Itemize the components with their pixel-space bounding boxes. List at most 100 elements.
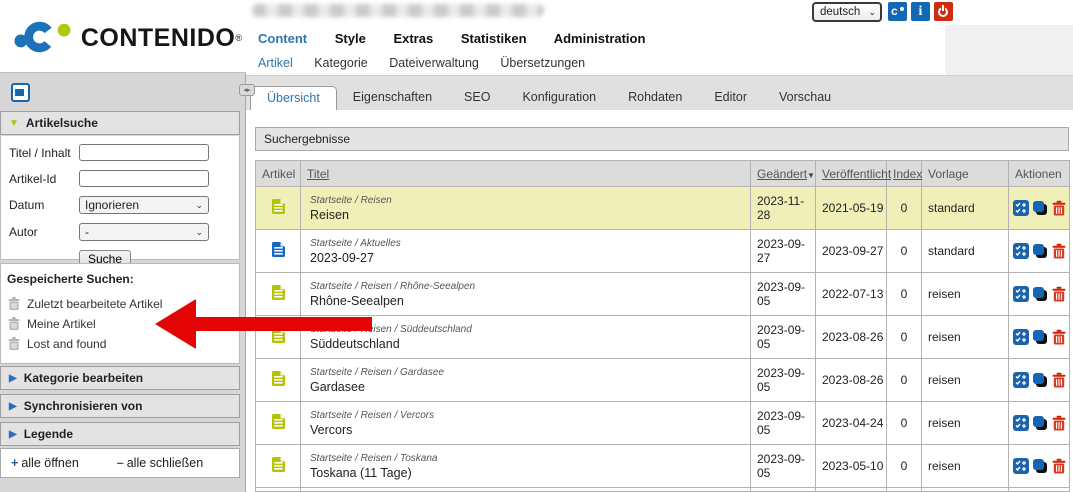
article-title[interactable]: Vercors: [310, 423, 352, 437]
col-geaendert[interactable]: Geändert▼: [751, 161, 816, 187]
trash-icon[interactable]: [7, 336, 21, 351]
article-icon[interactable]: [271, 456, 286, 473]
template-name: reisen: [922, 402, 1009, 445]
subnav-item-uebersetzungen[interactable]: Übersetzungen: [500, 56, 585, 70]
date-select[interactable]: Ignorieren ⌄: [79, 196, 209, 214]
tab-eigenschaften[interactable]: Eigenschaften: [337, 86, 448, 110]
delete-icon[interactable]: [1051, 372, 1067, 388]
article-title[interactable]: 2023-09-27: [310, 251, 374, 265]
article-title[interactable]: Süddeutschland: [310, 337, 400, 351]
tab-konfiguration[interactable]: Konfiguration: [506, 86, 612, 110]
todo-icon[interactable]: [1013, 243, 1029, 259]
table-row[interactable]: Startseite / Reisen / Rhône-Seealpen Rhô…: [256, 273, 1070, 316]
title-content-input[interactable]: [79, 144, 209, 161]
panel-synchronisieren-von[interactable]: ▶ Synchronisieren von: [0, 394, 240, 418]
article-id-input[interactable]: [79, 170, 209, 187]
expand-all-link[interactable]: alle öffnen: [21, 456, 78, 470]
table-row[interactable]: Startseite / Reisen / Süddeutschland Süd…: [256, 316, 1070, 359]
duplicate-icon[interactable]: [1032, 372, 1048, 388]
article-breadcrumb[interactable]: Startseite / Reisen / Toskana: [310, 453, 750, 464]
panel-splitter-handle[interactable]: ◂▸: [239, 84, 255, 96]
article-icon[interactable]: [271, 370, 286, 387]
tab-seo[interactable]: SEO: [448, 86, 506, 110]
panel-artikelsuche-header[interactable]: ▼ Artikelsuche: [0, 111, 240, 135]
nav-item-extras[interactable]: Extras: [393, 31, 433, 46]
subnav-item-dateiverwaltung[interactable]: Dateiverwaltung: [389, 56, 479, 70]
article-title[interactable]: Reisen: [310, 208, 349, 222]
triangle-down-icon: ▼: [9, 118, 19, 129]
delete-icon[interactable]: [1051, 458, 1067, 474]
saved-searches-panel: Gespeicherte Suchen: Zuletzt bearbeitete…: [0, 263, 240, 364]
table-row[interactable]: Startseite / Reisen / Vercors Vercors 20…: [256, 402, 1070, 445]
trash-icon[interactable]: [7, 316, 21, 331]
article-breadcrumb[interactable]: Startseite / Reisen / Rhône-Seealpen: [310, 281, 750, 292]
col-veroeffentlicht[interactable]: Veröffentlicht: [816, 161, 887, 187]
tab-vorschau[interactable]: Vorschau: [763, 86, 847, 110]
article-title[interactable]: Toskana (11 Tage): [310, 466, 412, 480]
panel-kategorie-bearbeiten[interactable]: ▶ Kategorie bearbeiten: [0, 366, 240, 390]
subnav-item-artikel[interactable]: Artikel: [258, 56, 293, 70]
frame-layout-icon[interactable]: [11, 83, 30, 102]
delete-icon[interactable]: [1051, 329, 1067, 345]
nav-item-statistiken[interactable]: Statistiken: [461, 31, 527, 46]
trash-icon[interactable]: [7, 296, 21, 311]
table-row[interactable]: Startseite / Reisen / Gardasee Gardasee …: [256, 359, 1070, 402]
saved-search-label[interactable]: Zuletzt bearbeitete Artikel: [27, 297, 162, 311]
todo-icon[interactable]: [1013, 329, 1029, 345]
duplicate-icon[interactable]: [1032, 286, 1048, 302]
panel-legende[interactable]: ▶ Legende: [0, 422, 240, 446]
col-vorlage: Vorlage: [922, 161, 1009, 187]
info-button[interactable]: i: [911, 2, 930, 21]
todo-icon[interactable]: [1013, 458, 1029, 474]
col-index[interactable]: Index: [887, 161, 922, 187]
table-row[interactable]: Startseite / Reisen / Toskana Toskana (1…: [256, 445, 1070, 488]
duplicate-icon[interactable]: [1032, 329, 1048, 345]
article-icon[interactable]: [271, 327, 286, 344]
author-select[interactable]: - ⌄: [79, 223, 209, 241]
saved-search-item[interactable]: Zuletzt bearbeitete Artikel: [7, 296, 239, 311]
logout-button[interactable]: [934, 2, 953, 21]
tab-uebersicht[interactable]: Übersicht: [250, 86, 337, 110]
nav-item-administration[interactable]: Administration: [554, 31, 646, 46]
tab-editor[interactable]: Editor: [698, 86, 763, 110]
delete-icon[interactable]: [1051, 200, 1067, 216]
article-title[interactable]: Rhône-Seealpen: [310, 294, 404, 308]
duplicate-icon[interactable]: [1032, 458, 1048, 474]
contenido-home-button[interactable]: c: [888, 2, 907, 21]
table-row[interactable]: Startseite / Aktuelles 2023-09-27 2023-0…: [256, 230, 1070, 273]
nav-item-style[interactable]: Style: [335, 31, 366, 46]
todo-icon[interactable]: [1013, 372, 1029, 388]
language-select[interactable]: deutsch ⌄: [812, 2, 882, 22]
article-title[interactable]: Gardasee: [310, 380, 365, 394]
article-breadcrumb[interactable]: Startseite / Reisen: [310, 195, 750, 206]
todo-icon[interactable]: [1013, 286, 1029, 302]
chevron-down-icon: ⌄: [195, 200, 203, 211]
duplicate-icon[interactable]: [1032, 243, 1048, 259]
todo-icon[interactable]: [1013, 200, 1029, 216]
article-icon[interactable]: [271, 198, 286, 215]
saved-search-item[interactable]: Lost and found: [7, 336, 239, 351]
article-icon[interactable]: [271, 284, 286, 301]
duplicate-icon[interactable]: [1032, 415, 1048, 431]
col-titel[interactable]: Titel: [301, 161, 751, 187]
tab-rohdaten[interactable]: Rohdaten: [612, 86, 698, 110]
duplicate-icon[interactable]: [1032, 200, 1048, 216]
saved-search-label[interactable]: Lost and found: [27, 337, 106, 351]
delete-icon[interactable]: [1051, 415, 1067, 431]
article-breadcrumb[interactable]: Startseite / Reisen / Vercors: [310, 410, 750, 421]
article-icon[interactable]: [271, 413, 286, 430]
article-breadcrumb[interactable]: Startseite / Reisen / Gardasee: [310, 367, 750, 378]
article-breadcrumb[interactable]: Startseite / Reisen / Süddeutschland: [310, 324, 750, 335]
delete-icon[interactable]: [1051, 286, 1067, 302]
nav-item-content[interactable]: Content: [258, 31, 307, 46]
saved-search-item[interactable]: Meine Artikel: [7, 316, 239, 331]
plus-icon: +: [11, 456, 18, 470]
article-icon[interactable]: [271, 241, 286, 258]
delete-icon[interactable]: [1051, 243, 1067, 259]
article-breadcrumb[interactable]: Startseite / Aktuelles: [310, 238, 750, 249]
table-row[interactable]: Startseite / Reisen Reisen 2023-11-28 20…: [256, 187, 1070, 230]
todo-icon[interactable]: [1013, 415, 1029, 431]
saved-search-label[interactable]: Meine Artikel: [27, 317, 96, 331]
collapse-all-link[interactable]: alle schließen: [127, 456, 203, 470]
subnav-item-kategorie[interactable]: Kategorie: [314, 56, 368, 70]
